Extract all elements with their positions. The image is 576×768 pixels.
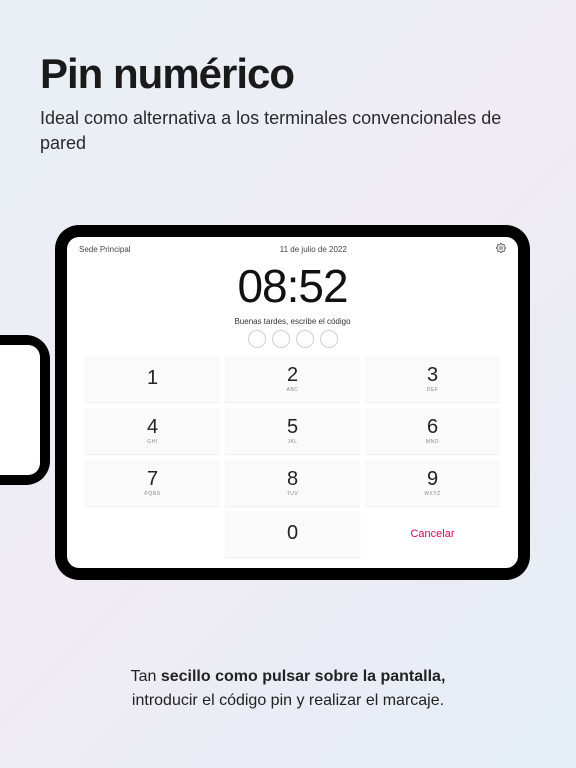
- key-letters: PQRS: [144, 491, 160, 497]
- key-letters: JKL: [287, 439, 297, 445]
- page-title: Pin numérico: [40, 50, 536, 98]
- key-number: 6: [427, 417, 438, 437]
- key-6[interactable]: 6 MNO: [365, 408, 500, 454]
- key-letters: DEF: [427, 387, 439, 393]
- key-number: 2: [287, 365, 298, 385]
- footer-line2: introducir el código pin y realizar el m…: [132, 692, 444, 709]
- keypad: 1 2 ABC 3 DEF 4 GHI 5 JKL 6 MNO: [67, 356, 518, 568]
- key-number: 4: [147, 417, 158, 437]
- tablet-frame: Sede Principal 11 de julio de 2022 08:52…: [55, 225, 530, 580]
- pin-dot: [296, 330, 314, 348]
- key-number: 8: [287, 469, 298, 489]
- partial-tablet-screen: [0, 345, 40, 475]
- date-label: 11 de julio de 2022: [280, 245, 347, 254]
- pin-indicator: [67, 330, 518, 348]
- key-letters: MNO: [426, 439, 439, 445]
- cancel-button[interactable]: Cancelar: [365, 511, 500, 557]
- pin-dot: [320, 330, 338, 348]
- tablet-screen: Sede Principal 11 de julio de 2022 08:52…: [67, 237, 518, 568]
- page-subtitle: Ideal como alternativa a los terminales …: [40, 106, 536, 156]
- key-number: 7: [147, 469, 158, 489]
- key-letters: WXYZ: [424, 491, 440, 497]
- key-letters: TUV: [287, 491, 299, 497]
- key-7[interactable]: 7 PQRS: [85, 460, 220, 506]
- key-empty: [85, 511, 220, 557]
- partial-tablet-frame: [0, 335, 50, 485]
- key-number: 1: [147, 368, 158, 388]
- gear-icon[interactable]: [496, 243, 506, 255]
- prompt-text: Buenas tardes, escribe el código: [67, 317, 518, 326]
- footer-prefix: Tan: [131, 668, 161, 685]
- key-letters: GHI: [147, 439, 157, 445]
- key-5[interactable]: 5 JKL: [225, 408, 360, 454]
- footer-section: Tan secillo como pulsar sobre la pantall…: [0, 665, 576, 713]
- status-bar: Sede Principal 11 de julio de 2022: [67, 237, 518, 257]
- key-3[interactable]: 3 DEF: [365, 356, 500, 402]
- key-number: 9: [427, 469, 438, 489]
- key-number: 0: [287, 523, 298, 543]
- key-1[interactable]: 1: [85, 356, 220, 402]
- footer-bold: secillo como pulsar sobre la pantalla,: [161, 668, 446, 685]
- key-0[interactable]: 0: [225, 511, 360, 557]
- time-display: 08:52: [67, 259, 518, 313]
- key-4[interactable]: 4 GHI: [85, 408, 220, 454]
- header-section: Pin numérico Ideal como alternativa a lo…: [0, 0, 576, 186]
- key-2[interactable]: 2 ABC: [225, 356, 360, 402]
- pin-dot: [272, 330, 290, 348]
- pin-dot: [248, 330, 266, 348]
- location-label: Sede Principal: [79, 245, 131, 254]
- key-number: 3: [427, 365, 438, 385]
- key-8[interactable]: 8 TUV: [225, 460, 360, 506]
- key-letters: ABC: [287, 387, 299, 393]
- key-number: 5: [287, 417, 298, 437]
- key-9[interactable]: 9 WXYZ: [365, 460, 500, 506]
